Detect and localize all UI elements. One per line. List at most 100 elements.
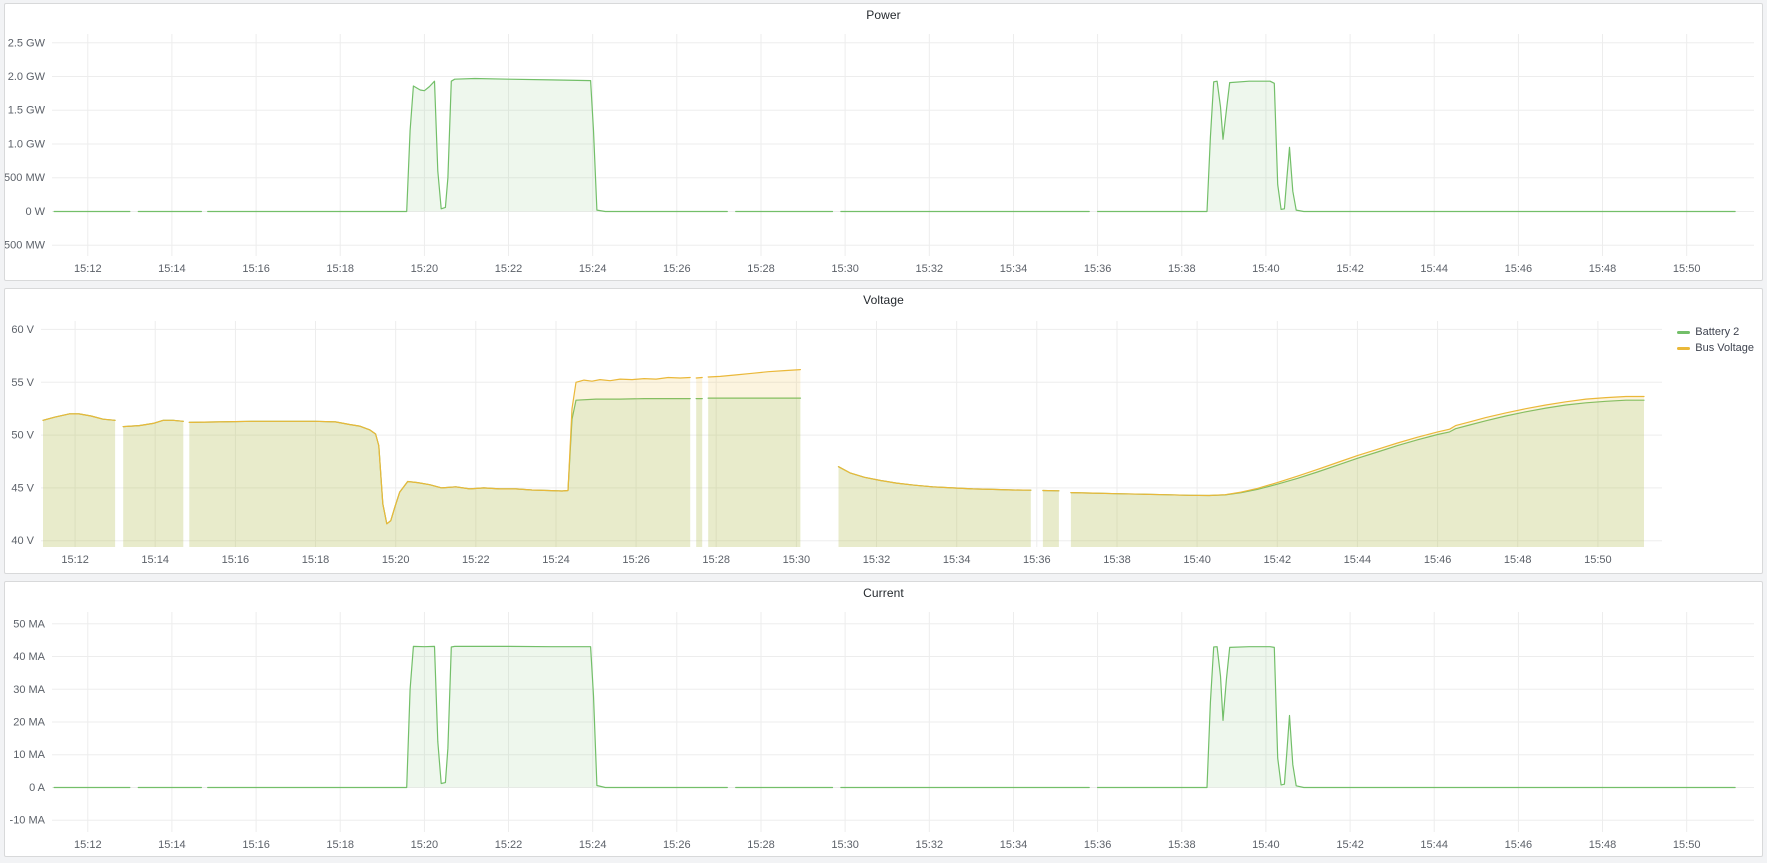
panel-voltage: Voltage 60 V55 V50 V45 V40 V15:1215:1415… xyxy=(4,288,1763,574)
series-line xyxy=(696,378,702,379)
legend-label: Bus Voltage xyxy=(1695,341,1754,355)
series-fill xyxy=(1043,491,1059,548)
x-tick-label: 15:32 xyxy=(863,554,891,566)
x-tick-label: 15:14 xyxy=(141,554,169,566)
x-tick-label: 15:28 xyxy=(747,263,775,275)
panel-current: Current 50 MA40 MA30 MA20 MA10 MA0 A-10 … xyxy=(4,581,1763,857)
x-tick-label: 15:42 xyxy=(1336,263,1364,275)
x-tick-label: 15:50 xyxy=(1584,554,1612,566)
series-fill xyxy=(1098,647,1736,788)
x-tick-label: 15:42 xyxy=(1264,554,1292,566)
x-tick-label: 15:42 xyxy=(1336,839,1364,851)
x-tick-label: 15:36 xyxy=(1084,839,1112,851)
panel-body: 50 MA40 MA30 MA20 MA10 MA0 A-10 MA15:121… xyxy=(5,604,1762,856)
y-tick-label: 20 MA xyxy=(13,717,45,729)
x-tick-label: 15:18 xyxy=(302,554,330,566)
x-tick-label: 15:44 xyxy=(1420,839,1448,851)
x-tick-label: 15:24 xyxy=(579,263,607,275)
legend-item-battery-2[interactable]: Battery 2 xyxy=(1677,325,1754,339)
series-fill xyxy=(189,378,690,548)
series-line xyxy=(1098,647,1736,788)
y-tick-label: 40 MA xyxy=(13,651,45,663)
y-tick-label: 0 A xyxy=(29,782,46,794)
x-tick-label: 15:30 xyxy=(783,554,811,566)
y-tick-label: 45 V xyxy=(11,482,34,494)
x-tick-label: 15:26 xyxy=(622,554,650,566)
y-tick-label: 2.5 GW xyxy=(8,37,46,49)
x-tick-label: 15:50 xyxy=(1673,263,1701,275)
x-tick-label: 15:20 xyxy=(411,839,439,851)
series-fill xyxy=(208,79,728,212)
panel-body: 2.5 GW2.0 GW1.5 GW1.0 GW500 MW0 W-500 MW… xyxy=(5,26,1762,280)
x-tick-label: 15:22 xyxy=(462,554,490,566)
series-fill xyxy=(123,420,183,547)
x-tick-label: 15:40 xyxy=(1252,839,1280,851)
y-tick-label: 1.5 GW xyxy=(8,105,46,117)
x-tick-label: 15:22 xyxy=(495,839,523,851)
x-tick-label: 15:34 xyxy=(943,554,971,566)
y-tick-label: 30 MA xyxy=(13,684,45,696)
voltage-legend: Battery 2 Bus Voltage xyxy=(1677,325,1754,355)
x-tick-label: 15:12 xyxy=(61,554,89,566)
power-chart-canvas[interactable]: 2.5 GW2.0 GW1.5 GW1.0 GW500 MW0 W-500 MW… xyxy=(5,26,1762,280)
x-tick-label: 15:12 xyxy=(74,263,102,275)
y-tick-label: 500 MW xyxy=(5,172,46,184)
x-tick-label: 15:24 xyxy=(579,839,607,851)
x-tick-label: 15:46 xyxy=(1505,263,1533,275)
voltage-chart-canvas[interactable]: 60 V55 V50 V45 V40 V15:1215:1415:1615:18… xyxy=(5,311,1762,573)
x-tick-label: 15:38 xyxy=(1168,839,1196,851)
x-tick-label: 15:40 xyxy=(1183,554,1211,566)
x-tick-label: 15:50 xyxy=(1673,839,1701,851)
y-tick-label: 60 V xyxy=(11,324,34,336)
x-tick-label: 15:20 xyxy=(382,554,410,566)
x-tick-label: 15:26 xyxy=(663,839,691,851)
y-tick-label: 50 V xyxy=(11,430,34,442)
legend-swatch xyxy=(1677,347,1690,350)
panel-header[interactable]: Power xyxy=(5,4,1762,26)
x-tick-label: 15:14 xyxy=(158,263,186,275)
x-tick-label: 15:46 xyxy=(1424,554,1452,566)
x-tick-label: 15:30 xyxy=(831,839,859,851)
x-tick-label: 15:34 xyxy=(1000,839,1028,851)
x-tick-label: 15:18 xyxy=(326,263,354,275)
y-tick-label: 10 MA xyxy=(13,749,45,761)
legend-label: Battery 2 xyxy=(1695,325,1739,339)
panel-title-voltage[interactable]: Voltage xyxy=(863,293,904,307)
y-tick-label: 50 MA xyxy=(13,618,45,630)
x-tick-label: 15:38 xyxy=(1103,554,1131,566)
x-tick-label: 15:38 xyxy=(1168,263,1196,275)
panel-title-current[interactable]: Current xyxy=(863,586,904,600)
current-chart-canvas[interactable]: 50 MA40 MA30 MA20 MA10 MA0 A-10 MA15:121… xyxy=(5,604,1762,856)
series-line xyxy=(1098,81,1736,211)
y-tick-label: 0 W xyxy=(25,206,45,218)
x-tick-label: 15:14 xyxy=(158,839,186,851)
x-tick-label: 15:22 xyxy=(495,263,523,275)
x-tick-label: 15:36 xyxy=(1023,554,1051,566)
x-tick-label: 15:28 xyxy=(702,554,730,566)
series-fill xyxy=(839,467,1031,547)
grafana-dashboard: Power 2.5 GW2.0 GW1.5 GW1.0 GW500 MW0 W-… xyxy=(0,0,1767,863)
x-tick-label: 15:24 xyxy=(542,554,570,566)
x-tick-label: 15:16 xyxy=(242,263,270,275)
x-tick-label: 15:32 xyxy=(916,839,944,851)
x-tick-label: 15:26 xyxy=(663,263,691,275)
x-tick-label: 15:16 xyxy=(242,839,270,851)
panel-title-power[interactable]: Power xyxy=(866,8,901,22)
panel-header[interactable]: Current xyxy=(5,582,1762,604)
y-tick-label: 2.0 GW xyxy=(8,71,46,83)
y-tick-label: 1.0 GW xyxy=(8,139,46,151)
series-fill xyxy=(43,414,115,547)
x-tick-label: 15:40 xyxy=(1252,263,1280,275)
x-tick-label: 15:28 xyxy=(747,839,775,851)
x-tick-label: 15:34 xyxy=(1000,263,1028,275)
x-tick-label: 15:18 xyxy=(326,839,354,851)
x-tick-label: 15:12 xyxy=(74,839,102,851)
x-tick-label: 15:48 xyxy=(1589,839,1617,851)
series-fill xyxy=(696,378,702,548)
legend-swatch xyxy=(1677,331,1690,334)
x-tick-label: 15:44 xyxy=(1420,263,1448,275)
panel-header[interactable]: Voltage xyxy=(5,289,1762,311)
panel-power: Power 2.5 GW2.0 GW1.5 GW1.0 GW500 MW0 W-… xyxy=(4,3,1763,281)
legend-item-bus-voltage[interactable]: Bus Voltage xyxy=(1677,341,1754,355)
y-tick-label: 40 V xyxy=(11,535,34,547)
